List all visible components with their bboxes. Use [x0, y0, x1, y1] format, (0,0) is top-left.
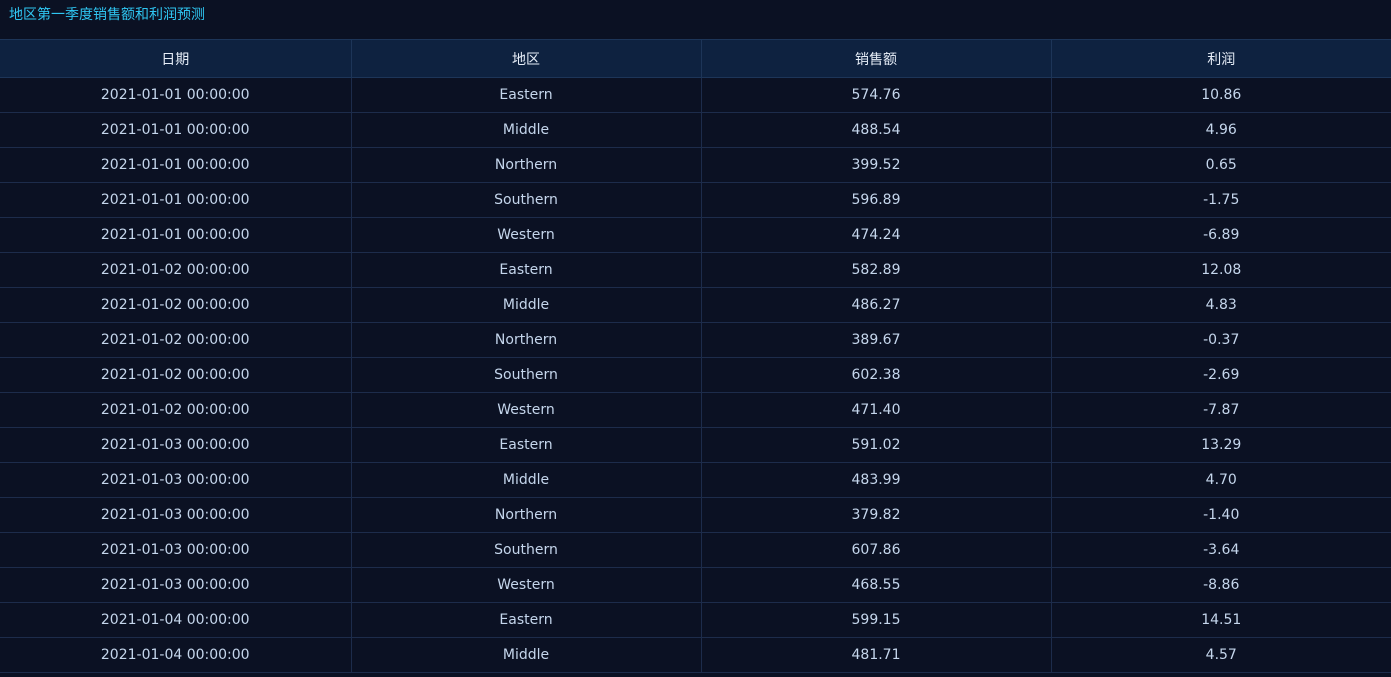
- column-header-sales[interactable]: 销售额: [700, 39, 1051, 78]
- cell-date: 2021-01-01 00:00:00: [0, 182, 351, 218]
- cell-region: Western: [350, 217, 701, 253]
- cell-date: 2021-01-02 00:00:00: [0, 252, 351, 288]
- cell-region: Northern: [350, 147, 701, 183]
- panel-title: 地区第一季度销售额和利润预测: [9, 7, 205, 23]
- cell-profit: 14.51: [1050, 602, 1391, 638]
- cell-sales: 582.89: [700, 252, 1051, 288]
- cell-profit: 4.57: [1050, 637, 1391, 673]
- cell-date: 2021-01-03 00:00:00: [0, 497, 351, 533]
- cell-date: 2021-01-02 00:00:00: [0, 357, 351, 393]
- cell-sales: 607.86: [700, 532, 1051, 568]
- cell-date: 2021-01-03 00:00:00: [0, 427, 351, 463]
- cell-region: Eastern: [350, 252, 701, 288]
- cell-sales: 399.52: [700, 147, 1051, 183]
- cell-region: Eastern: [350, 427, 701, 463]
- cell-profit: 4.96: [1050, 112, 1391, 148]
- cell-profit: -6.89: [1050, 217, 1391, 253]
- cell-sales: 486.27: [700, 287, 1051, 323]
- table-row[interactable]: 2021-01-01 00:00:00 Western 474.24 -6.89: [0, 217, 1391, 253]
- cell-region: Southern: [350, 182, 701, 218]
- cell-sales: 474.24: [700, 217, 1051, 253]
- cell-profit: 4.70: [1050, 462, 1391, 498]
- cell-profit: 13.29: [1050, 427, 1391, 463]
- cell-profit: -3.64: [1050, 532, 1391, 568]
- cell-date: 2021-01-01 00:00:00: [0, 77, 351, 113]
- table-row[interactable]: 2021-01-03 00:00:00 Eastern 591.02 13.29: [0, 427, 1391, 463]
- cell-region: Western: [350, 392, 701, 428]
- table-row[interactable]: 2021-01-03 00:00:00 Western 468.55 -8.86: [0, 567, 1391, 603]
- cell-profit: 0.65: [1050, 147, 1391, 183]
- table-row[interactable]: 2021-01-04 00:00:00 Middle 481.71 4.57: [0, 637, 1391, 673]
- cell-date: 2021-01-03 00:00:00: [0, 462, 351, 498]
- cell-sales: 596.89: [700, 182, 1051, 218]
- cell-region: Northern: [350, 322, 701, 358]
- table-scroll-area[interactable]: 日期 地区 销售额 利润 2021-01-01 00:00:00 Eastern…: [0, 39, 1391, 677]
- table-row[interactable]: 2021-01-02 00:00:00 Southern 602.38 -2.6…: [0, 357, 1391, 393]
- cell-sales: 379.82: [700, 497, 1051, 533]
- cell-date: 2021-01-01 00:00:00: [0, 217, 351, 253]
- cell-date: 2021-01-03 00:00:00: [0, 532, 351, 568]
- table-row[interactable]: 2021-01-03 00:00:00 Southern 607.86 -3.6…: [0, 532, 1391, 568]
- cell-region: Eastern: [350, 602, 701, 638]
- table-row[interactable]: 2021-01-01 00:00:00 Middle 488.54 4.96: [0, 112, 1391, 148]
- forecast-panel: 地区第一季度销售额和利润预测 日期 地区 销售额 利润 2021-01-01 0…: [0, 0, 1391, 677]
- cell-sales: 602.38: [700, 357, 1051, 393]
- cell-profit: -8.86: [1050, 567, 1391, 603]
- table-row[interactable]: 2021-01-03 00:00:00 Northern 379.82 -1.4…: [0, 497, 1391, 533]
- cell-region: Northern: [350, 497, 701, 533]
- cell-date: 2021-01-02 00:00:00: [0, 287, 351, 323]
- cell-sales: 468.55: [700, 567, 1051, 603]
- table-row[interactable]: 2021-01-01 00:00:00 Southern 596.89 -1.7…: [0, 182, 1391, 218]
- cell-sales: 574.76: [700, 77, 1051, 113]
- table-row[interactable]: 2021-01-02 00:00:00 Middle 486.27 4.83: [0, 287, 1391, 323]
- table-row[interactable]: 2021-01-04 00:00:00 Eastern 599.15 14.51: [0, 602, 1391, 638]
- forecast-table: 日期 地区 销售额 利润 2021-01-01 00:00:00 Eastern…: [0, 39, 1391, 673]
- cell-profit: 12.08: [1050, 252, 1391, 288]
- cell-sales: 481.71: [700, 637, 1051, 673]
- column-header-date[interactable]: 日期: [0, 39, 351, 78]
- table-row[interactable]: 2021-01-03 00:00:00 Middle 483.99 4.70: [0, 462, 1391, 498]
- cell-date: 2021-01-04 00:00:00: [0, 637, 351, 673]
- table-row[interactable]: 2021-01-02 00:00:00 Eastern 582.89 12.08: [0, 252, 1391, 288]
- cell-sales: 488.54: [700, 112, 1051, 148]
- cell-sales: 483.99: [700, 462, 1051, 498]
- cell-region: Western: [350, 567, 701, 603]
- cell-date: 2021-01-04 00:00:00: [0, 602, 351, 638]
- cell-date: 2021-01-01 00:00:00: [0, 112, 351, 148]
- cell-sales: 591.02: [700, 427, 1051, 463]
- table-row[interactable]: 2021-01-02 00:00:00 Northern 389.67 -0.3…: [0, 322, 1391, 358]
- table-header-row: 日期 地区 销售额 利润: [0, 39, 1391, 78]
- cell-profit: -7.87: [1050, 392, 1391, 428]
- cell-region: Middle: [350, 287, 701, 323]
- table-row[interactable]: 2021-01-02 00:00:00 Western 471.40 -7.87: [0, 392, 1391, 428]
- cell-sales: 599.15: [700, 602, 1051, 638]
- cell-region: Southern: [350, 357, 701, 393]
- cell-region: Eastern: [350, 77, 701, 113]
- cell-date: 2021-01-01 00:00:00: [0, 147, 351, 183]
- cell-date: 2021-01-02 00:00:00: [0, 392, 351, 428]
- cell-sales: 389.67: [700, 322, 1051, 358]
- cell-region: Middle: [350, 462, 701, 498]
- column-header-region[interactable]: 地区: [350, 39, 701, 78]
- cell-profit: -2.69: [1050, 357, 1391, 393]
- table-row[interactable]: 2021-01-01 00:00:00 Northern 399.52 0.65: [0, 147, 1391, 183]
- cell-profit: 10.86: [1050, 77, 1391, 113]
- table-row[interactable]: 2021-01-01 00:00:00 Eastern 574.76 10.86: [0, 77, 1391, 113]
- cell-sales: 471.40: [700, 392, 1051, 428]
- cell-profit: -1.40: [1050, 497, 1391, 533]
- cell-profit: -1.75: [1050, 182, 1391, 218]
- column-header-profit[interactable]: 利润: [1050, 39, 1391, 78]
- cell-region: Middle: [350, 112, 701, 148]
- cell-region: Southern: [350, 532, 701, 568]
- cell-date: 2021-01-03 00:00:00: [0, 567, 351, 603]
- cell-profit: 4.83: [1050, 287, 1391, 323]
- cell-profit: -0.37: [1050, 322, 1391, 358]
- cell-region: Middle: [350, 637, 701, 673]
- cell-date: 2021-01-02 00:00:00: [0, 322, 351, 358]
